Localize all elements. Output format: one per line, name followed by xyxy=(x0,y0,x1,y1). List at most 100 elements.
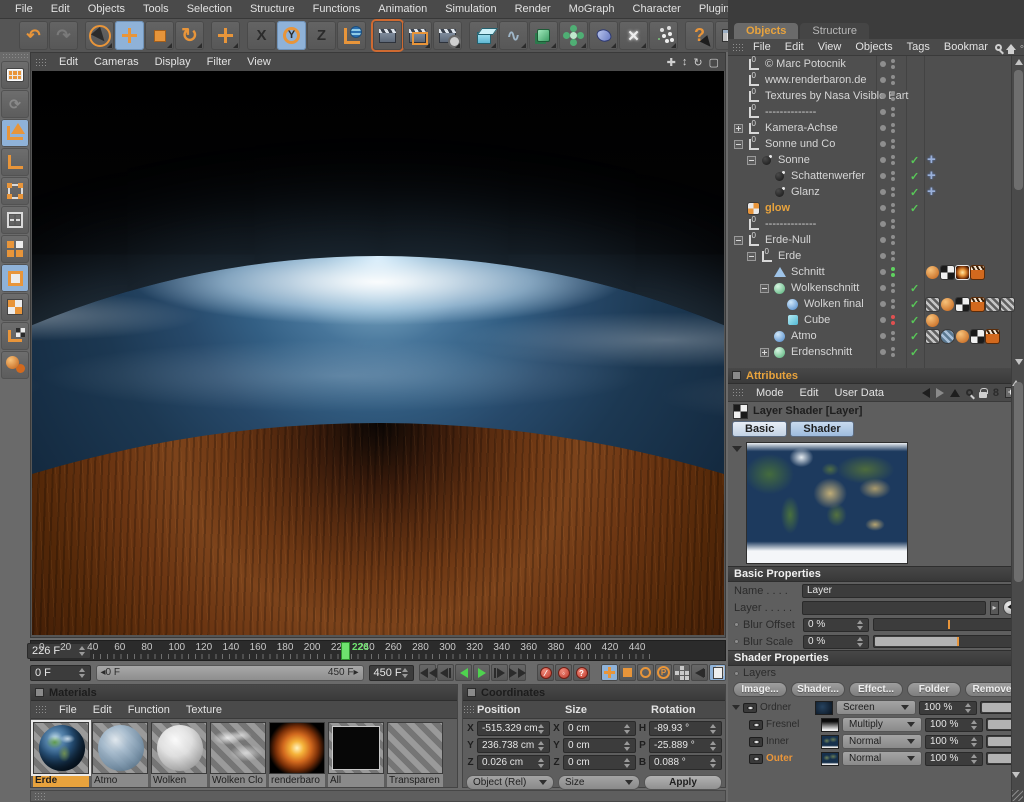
history-forward-icon[interactable] xyxy=(936,388,944,398)
viewport-menu-display[interactable]: Display xyxy=(147,56,199,68)
eye-icon[interactable] xyxy=(749,737,763,747)
visibility-dots[interactable] xyxy=(880,59,895,69)
workplane-mode-icon[interactable] xyxy=(1,322,29,350)
viewport-menu-view[interactable]: View xyxy=(239,56,279,68)
editor-visibility-dot[interactable] xyxy=(891,267,895,271)
target-tag-icon[interactable] xyxy=(926,186,939,199)
coordinates-manager-icon[interactable] xyxy=(1,61,29,89)
material-thumbnail[interactable] xyxy=(151,722,207,774)
keyframe-selection-button[interactable]: ? xyxy=(573,664,590,681)
maximize-view-icon[interactable]: ▢ xyxy=(709,56,719,69)
editor-visibility-dot[interactable] xyxy=(891,91,895,95)
enabled-check-icon[interactable]: ✓ xyxy=(910,330,919,343)
tree-row[interactable]: Glanz✓ xyxy=(728,184,1024,200)
shader-button[interactable]: Shader... xyxy=(791,682,845,697)
layer-dot-icon[interactable] xyxy=(880,301,886,307)
blend-mode-dropdown[interactable]: Multiply xyxy=(842,717,922,732)
material-item[interactable]: renderbaro xyxy=(269,722,325,787)
objects-menu-file[interactable]: File xyxy=(746,41,778,53)
zoom-view-icon[interactable]: ↕ xyxy=(682,56,688,69)
frame-range-slider[interactable]: ◂ 0 F 450 F ▸ xyxy=(96,665,364,681)
tab-shader[interactable]: Shader xyxy=(790,421,853,437)
material-item[interactable]: Transparen xyxy=(387,722,443,787)
expand-icon[interactable] xyxy=(760,348,769,357)
resize-grip[interactable] xyxy=(1012,790,1023,801)
objects-menu-tags[interactable]: Tags xyxy=(900,41,937,53)
layer-thumbnail[interactable] xyxy=(821,735,839,749)
striped-tag-icon[interactable] xyxy=(926,330,939,343)
add-cloner-icon[interactable] xyxy=(559,21,588,50)
add-deformer-icon[interactable] xyxy=(589,21,618,50)
key-bullet-icon[interactable] xyxy=(734,671,739,676)
x-axis-icon[interactable]: X xyxy=(247,21,276,50)
render-visibility-dot[interactable] xyxy=(891,257,895,261)
render-visibility-dot[interactable] xyxy=(891,305,895,309)
redo-icon[interactable]: ↷ xyxy=(49,21,78,50)
undo-icon[interactable]: ↶ xyxy=(19,21,48,50)
render-visibility-dot[interactable] xyxy=(891,113,895,117)
attributes-menu-edit[interactable]: Edit xyxy=(792,387,827,399)
tree-row[interactable]: Cube✓ xyxy=(728,312,1024,328)
render-visibility-dot[interactable] xyxy=(891,145,895,149)
editor-visibility-dot[interactable] xyxy=(891,171,895,175)
materials-menu-function[interactable]: Function xyxy=(120,704,178,716)
attributes-scrollbar[interactable] xyxy=(1011,368,1024,802)
layer-dot-icon[interactable] xyxy=(880,349,886,355)
layer-dot-icon[interactable] xyxy=(880,285,886,291)
editor-visibility-dot[interactable] xyxy=(891,235,895,239)
editor-visibility-dot[interactable] xyxy=(891,299,895,303)
y-axis-icon[interactable]: Y xyxy=(277,21,306,50)
size-mode-dropdown[interactable]: Size xyxy=(558,775,640,790)
search-icon[interactable] xyxy=(966,389,973,396)
editor-visibility-dot[interactable] xyxy=(891,203,895,207)
start-frame-field[interactable]: 0 F xyxy=(30,665,91,681)
viewport-menu-edit[interactable]: Edit xyxy=(51,56,86,68)
tree-row[interactable]: -------------- xyxy=(728,216,1024,232)
menubar-item-objects[interactable]: Objects xyxy=(79,3,134,15)
layer-dot-icon[interactable] xyxy=(880,221,886,227)
visibility-dots[interactable] xyxy=(880,139,895,149)
field-stepper[interactable] xyxy=(624,724,631,734)
striped-tag-icon[interactable] xyxy=(986,298,999,311)
material-item[interactable]: Atmo xyxy=(92,722,148,787)
visibility-dots[interactable] xyxy=(880,299,895,309)
layer-dot-icon[interactable] xyxy=(880,109,886,115)
render-visibility-dot[interactable] xyxy=(891,161,895,165)
field-stepper[interactable] xyxy=(538,741,545,751)
layer-dot-icon[interactable] xyxy=(880,269,886,275)
materials-menu-file[interactable]: File xyxy=(51,704,85,716)
objects-menu-edit[interactable]: Edit xyxy=(778,41,811,53)
size-field[interactable]: 0 cm xyxy=(563,755,636,770)
goto-end-button[interactable] xyxy=(509,664,526,681)
layer-thumbnail[interactable] xyxy=(821,718,839,732)
layer-dot-icon[interactable] xyxy=(880,125,886,131)
enabled-check-icon[interactable]: ✓ xyxy=(910,154,919,167)
position-field[interactable]: 236.738 cm xyxy=(477,738,550,753)
material-thumbnail[interactable] xyxy=(92,722,148,774)
visibility-dots[interactable] xyxy=(880,267,895,277)
enabled-check-icon[interactable]: ✓ xyxy=(910,282,919,295)
shader-properties-header[interactable]: Shader Properties xyxy=(728,650,1024,666)
rotation-field[interactable]: -89.93 ° xyxy=(649,721,722,736)
z-axis-icon[interactable]: Z xyxy=(307,21,336,50)
layer-dot-icon[interactable] xyxy=(880,205,886,211)
render-visibility-dot[interactable] xyxy=(891,353,895,357)
sound-button[interactable] xyxy=(691,664,708,681)
render-visibility-dot[interactable] xyxy=(891,337,895,341)
add-cube-icon[interactable] xyxy=(469,21,498,50)
render-view-icon[interactable] xyxy=(373,21,402,50)
render-visibility-dot[interactable] xyxy=(891,289,895,293)
field-stepper[interactable] xyxy=(971,720,978,730)
menubar-item-tools[interactable]: Tools xyxy=(134,3,178,15)
coordinate-system-icon[interactable] xyxy=(337,21,366,50)
render-visibility-dot[interactable] xyxy=(891,129,895,133)
blur-scale-field[interactable]: 0 % xyxy=(803,635,869,649)
menubar-item-character[interactable]: Character xyxy=(624,3,690,15)
panel-dock-icon[interactable] xyxy=(732,371,741,380)
range-right-arrow[interactable]: ▸ xyxy=(353,667,358,678)
visibility-dots[interactable] xyxy=(880,347,895,357)
blur-offset-slider[interactable] xyxy=(873,618,1018,631)
material-tag-icon[interactable] xyxy=(941,298,954,311)
statusbar-grip[interactable] xyxy=(34,792,46,801)
folder-icon[interactable] xyxy=(743,703,757,713)
